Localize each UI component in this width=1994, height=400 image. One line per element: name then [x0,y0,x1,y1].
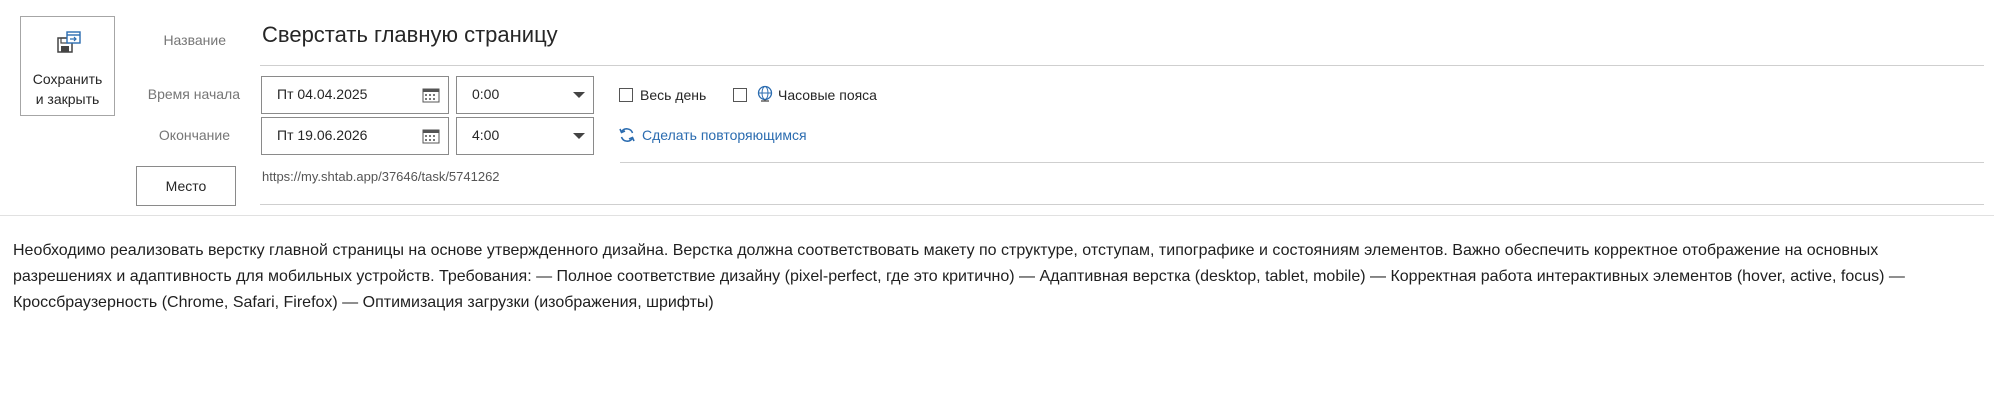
description-body[interactable]: Необходимо реализовать верстку главной с… [13,238,1973,316]
all-day-checkbox[interactable] [619,88,633,102]
title-input[interactable] [262,22,1962,48]
globe-icon [757,85,773,102]
location-button[interactable]: Место [136,166,236,206]
start-date-value: Пт 04.04.2025 [277,86,368,102]
end-time-label: Окончание [158,127,230,143]
header-divider [0,215,1994,216]
end-time-dropdown[interactable]: 4:00 [456,117,594,155]
location-field[interactable]: https://my.shtab.app/37646/task/5741262 [262,169,500,184]
make-recurring-label: Сделать повторяющимся [642,127,807,143]
start-time-value: 0:00 [472,86,500,102]
title-divider [260,65,1984,66]
end-date-value: Пт 19.06.2026 [277,127,368,143]
timezones-label[interactable]: Часовые пояса [778,87,877,103]
start-date-picker[interactable]: Пт 04.04.2025 [261,76,449,114]
save-calendar-icon [57,31,81,53]
end-time-value: 4:00 [472,127,500,143]
refresh-icon [619,128,635,142]
chevron-down-icon[interactable] [573,92,585,98]
calendar-icon[interactable] [422,87,440,103]
all-day-label[interactable]: Весь день [640,87,706,103]
chevron-down-icon[interactable] [573,133,585,139]
title-label: Название [163,32,226,48]
options-divider [620,162,1984,163]
end-date-picker[interactable]: Пт 19.06.2026 [261,117,449,155]
save-and-close-button[interactable]: Сохранить и закрыть [20,16,115,116]
make-recurring-link[interactable]: Сделать повторяющимся [618,126,807,144]
timezones-checkbox[interactable] [733,88,747,102]
calendar-icon[interactable] [422,128,440,144]
location-divider [260,204,1984,205]
start-time-dropdown[interactable]: 0:00 [456,76,594,114]
start-time-label: Время начала [147,86,240,102]
save-and-close-label: Сохранить и закрыть [32,71,103,107]
